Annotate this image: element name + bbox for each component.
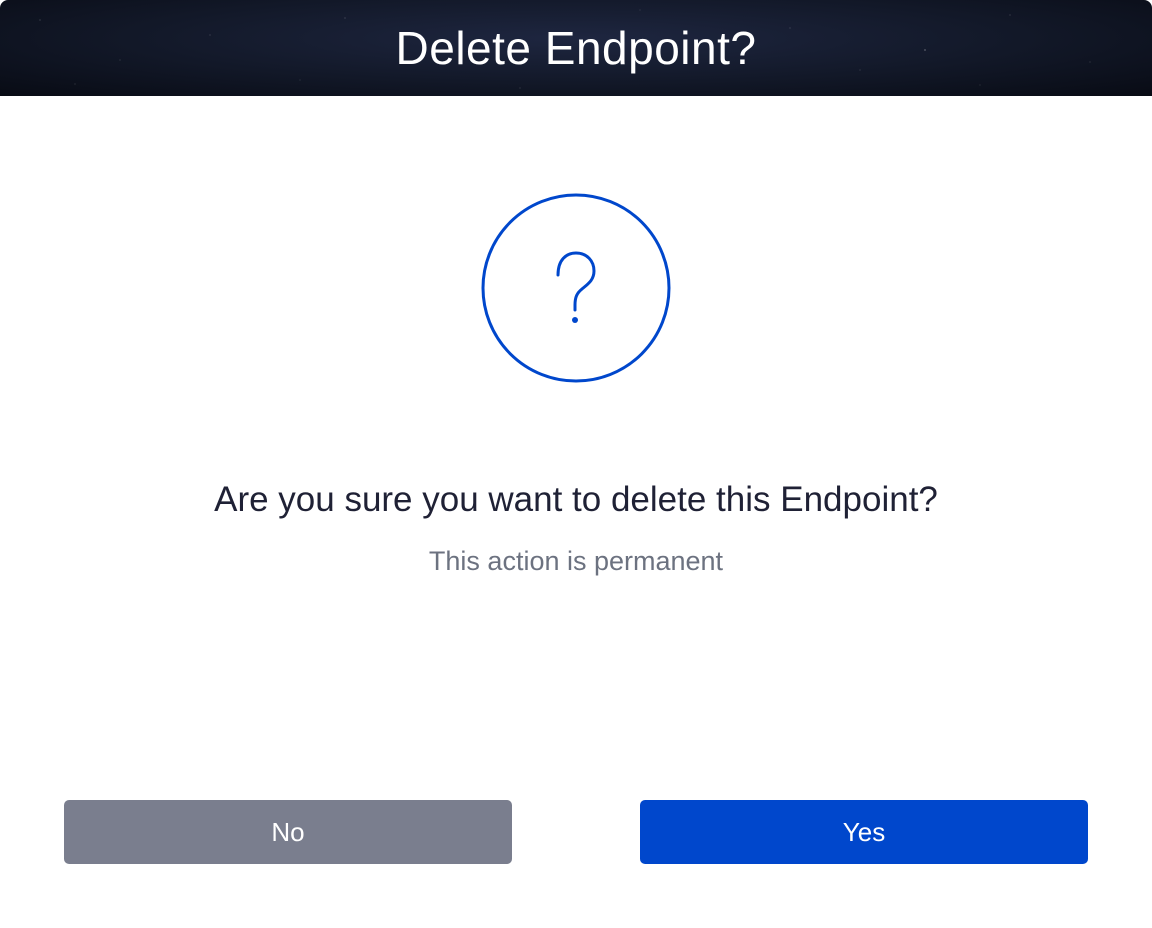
question-mark-circle-icon: [481, 193, 671, 383]
yes-button[interactable]: Yes: [640, 800, 1088, 864]
delete-endpoint-dialog: Delete Endpoint? Are you sure you want t…: [0, 0, 1152, 928]
dialog-title: Delete Endpoint?: [395, 22, 757, 74]
warning-subtext: This action is permanent: [428, 546, 724, 576]
dialog-header: Delete Endpoint?: [0, 0, 1152, 96]
no-button[interactable]: No: [64, 800, 512, 864]
confirmation-message: Are you sure you want to delete this End…: [214, 480, 938, 519]
